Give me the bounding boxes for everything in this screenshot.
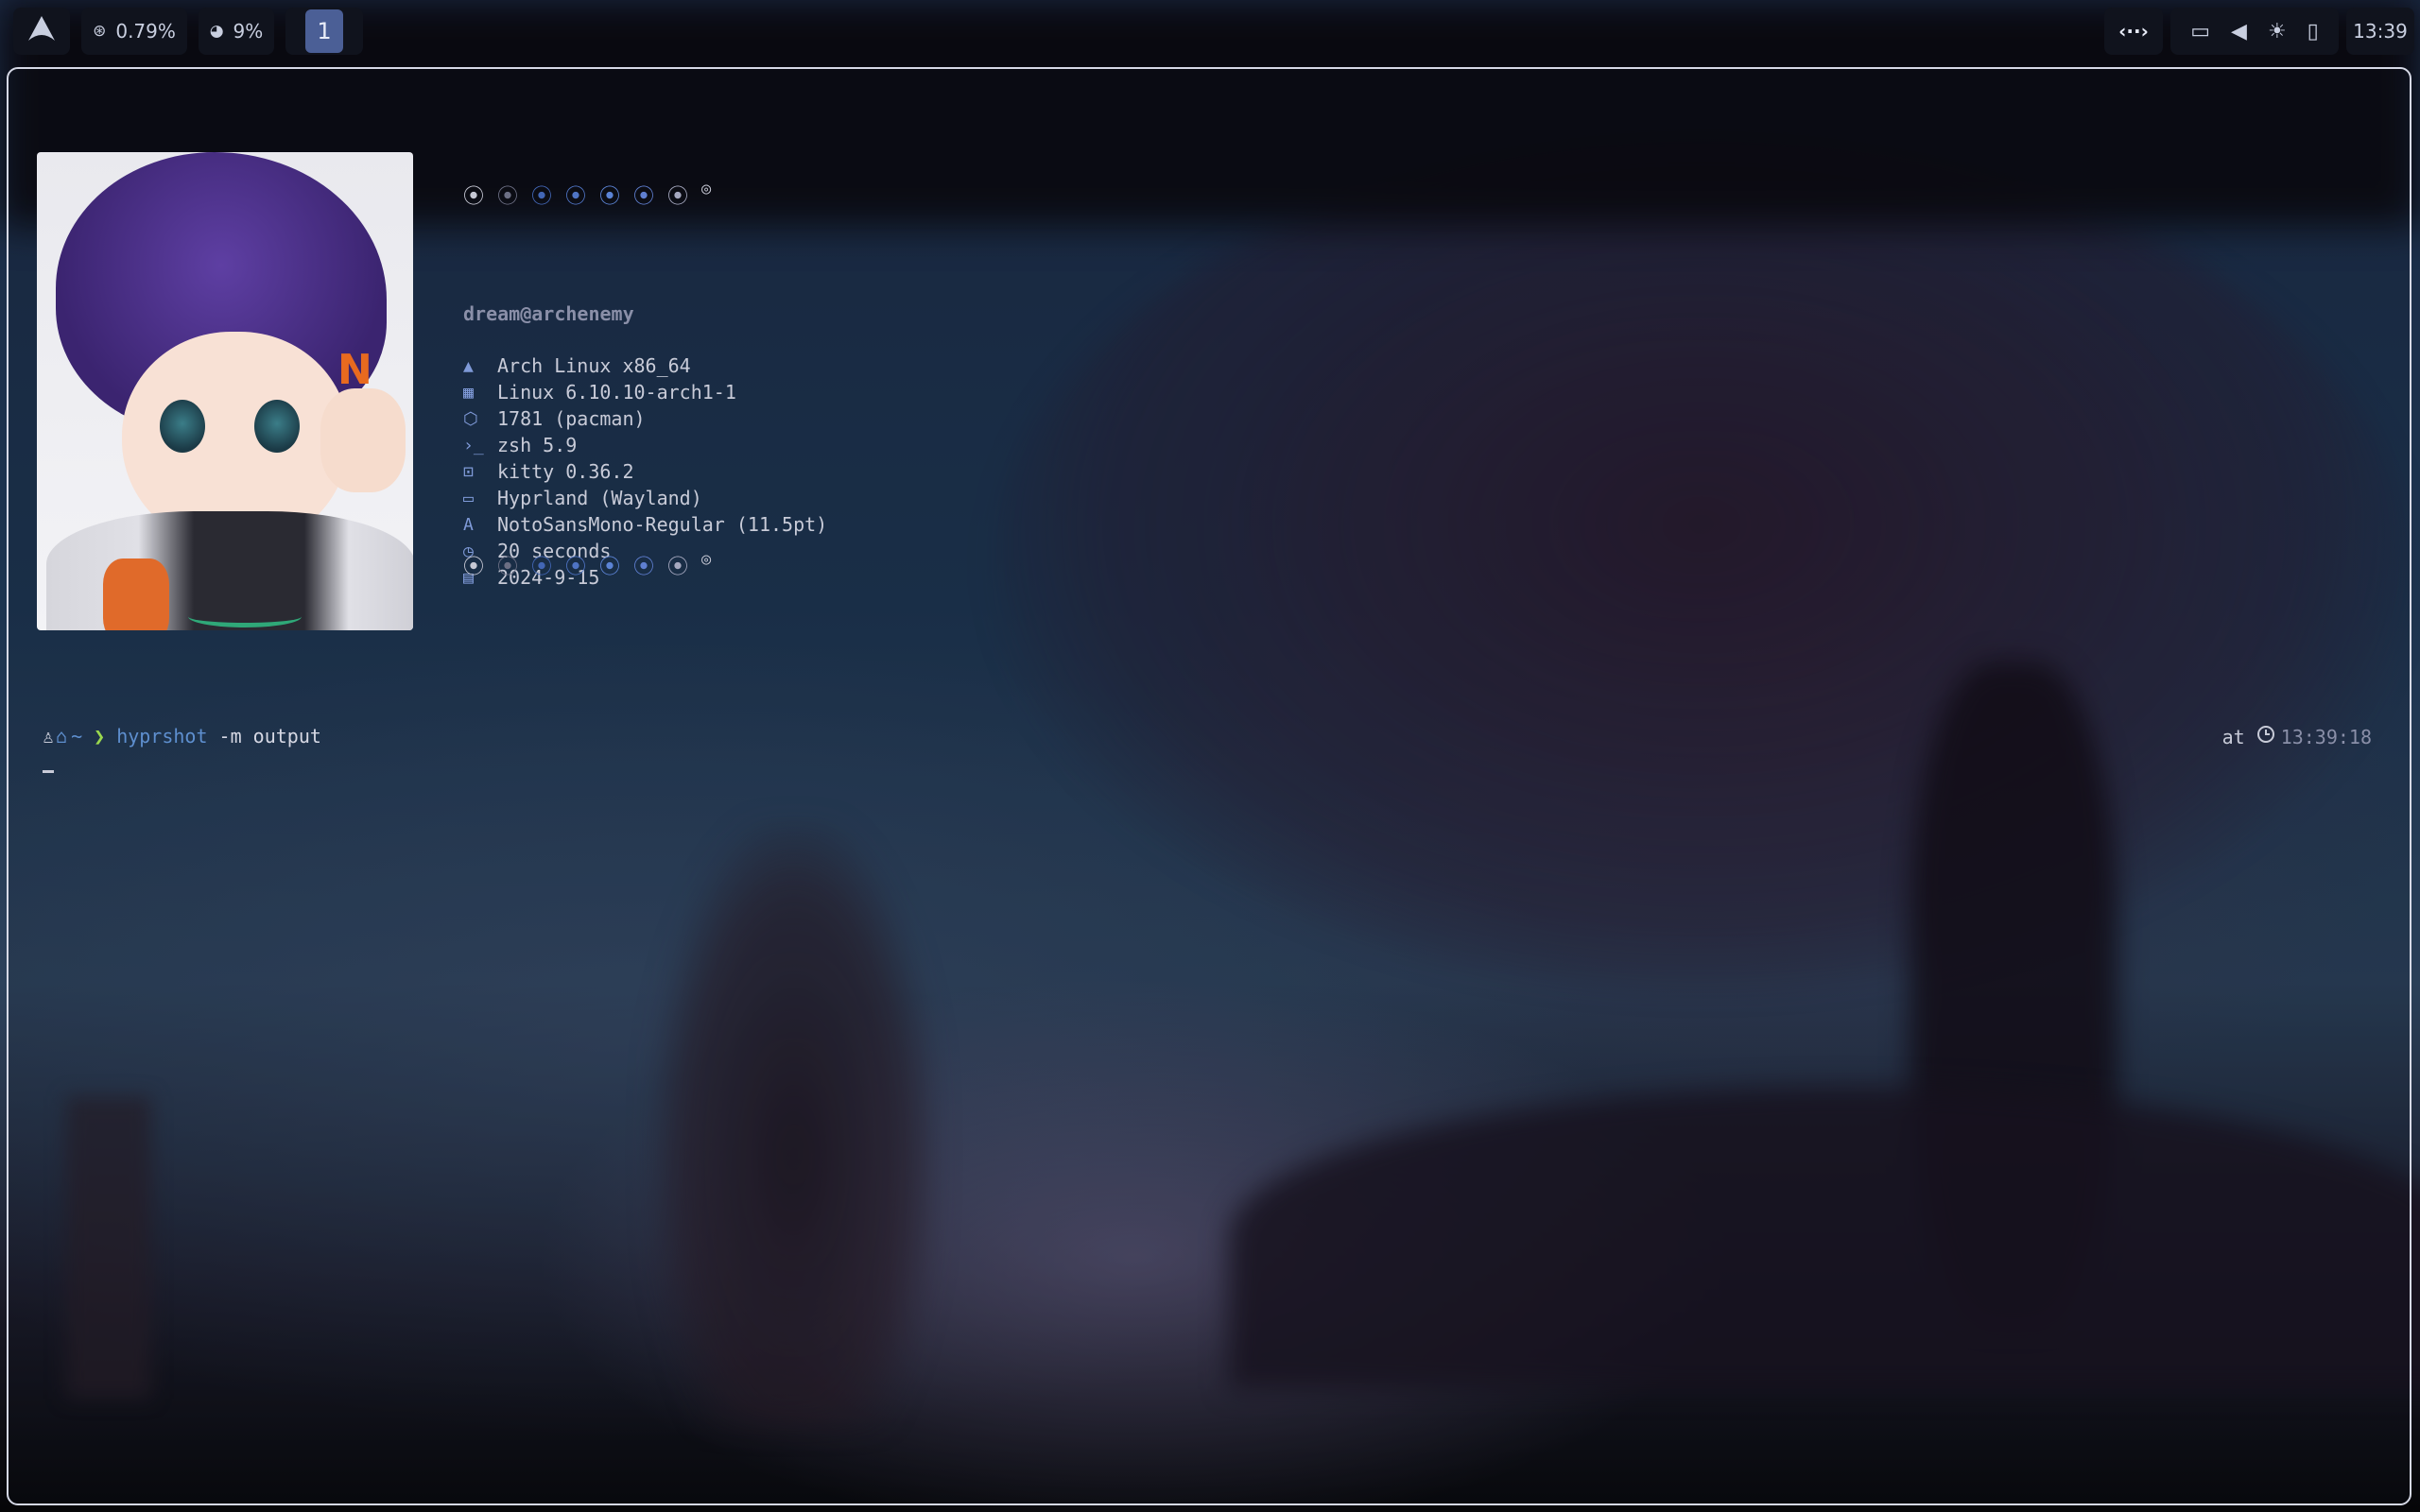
arch-logo-icon (27, 15, 56, 48)
package-icon: ⬡ (463, 408, 478, 429)
avatar-eye (160, 400, 205, 453)
terminal-icon: ⊡ (463, 461, 474, 482)
prompt-arrow: ❯ (94, 725, 106, 747)
arch-logo-icon: ▲ (463, 355, 474, 376)
memory-value: 9% (233, 20, 264, 43)
vpn-button[interactable]: ‹··› (2104, 8, 2163, 55)
palette-dot: ⦿ (463, 556, 485, 579)
fetch-info-text: 1781 (pacman) (497, 407, 646, 430)
home-icon: ⌂ (56, 725, 68, 747)
fetch-info-text: Hyprland (Wayland) (497, 487, 702, 509)
fetch-info-row: A NotoSansMono-Regular (11.5pt) (463, 511, 827, 538)
palette-dot: ⦿ (565, 556, 587, 579)
fetch-info-text: Linux 6.10.10-arch1-1 (497, 381, 736, 404)
fetch-info-row: ⊡ kitty 0.36.2 (463, 458, 634, 485)
right-prompt-at: at (2221, 725, 2245, 748)
cpu-value: 0.79% (115, 20, 176, 43)
monitor-icon[interactable]: ▭ (2190, 20, 2210, 43)
fetch-info-text: NotoSansMono-Regular (11.5pt) (497, 513, 828, 536)
shell-icon: ›_ (463, 435, 484, 455)
palette-dot: ⦿ (565, 185, 587, 209)
palette-dot: ⦿ (633, 556, 655, 579)
window-icon: ▭ (463, 488, 474, 508)
fetch-info-text: zsh 5.9 (497, 434, 578, 456)
avatar-shirt-print (188, 606, 302, 627)
fetch-info-row: ▲ Arch Linux x86_64 (463, 352, 691, 379)
avatar-hair-clip: N (337, 346, 372, 394)
code-brackets-icon: ‹··› (2118, 20, 2149, 43)
cpu-icon: ⊛ (93, 22, 107, 41)
workspaces: 1 (285, 8, 363, 55)
fetch-info-row: ▭ Hyprland (Wayland) (463, 485, 702, 511)
avatar-hand (320, 388, 406, 492)
fetch-info-text: kitty 0.36.2 (497, 460, 634, 483)
fetch-info-row: ›_ zsh 5.9 (463, 432, 577, 458)
color-palette-top: ⦿ ⦿ ⦿ ⦿ ⦿ ⦿ ⦿ ◎ (463, 180, 735, 210)
memory-icon: ◕ (209, 22, 224, 41)
palette-dot: ⦿ (531, 556, 553, 579)
desktop: ⊛ 0.79% ◕ 9% 1 ‹··› ▭ ◀ ☀ ▯ 13:39 N ⦿ ⦿ … (0, 0, 2420, 1512)
brightness-icon[interactable]: ☀ (2268, 20, 2287, 43)
fastfetch-logo-image: N (37, 152, 413, 630)
prompt-dir: ~ (71, 725, 83, 747)
palette-dot: ⦿ (497, 556, 519, 579)
fetch-info-text: Arch Linux x86_64 (497, 354, 691, 377)
fetch-info-row: ⬡ 1781 (pacman) (463, 405, 646, 432)
kitty-terminal-window[interactable]: N ⦿ ⦿ ⦿ ⦿ ⦿ ⦿ ⦿ ◎ dream@archenemy ▲ Arch Linux x… (7, 67, 2411, 1505)
palette-dot: ⦿ (531, 185, 553, 209)
waybar: ⊛ 0.79% ◕ 9% 1 ‹··› ▭ ◀ ☀ ▯ 13:39 (0, 0, 2420, 62)
cpu-widget[interactable]: ⊛ 0.79% (81, 8, 187, 55)
system-tray: ▭ ◀ ☀ ▯ (2170, 8, 2339, 55)
avatar-hoodie-accent (103, 558, 169, 630)
right-prompt-time: 13:39:18 (2280, 725, 2372, 748)
shell-prompt: ♙ ⌂ ~ ❯ hyprshot -m output (43, 725, 321, 747)
volume-icon[interactable]: ◀ (2231, 20, 2247, 43)
palette-dot: ⦿ (463, 185, 485, 209)
launcher-button[interactable] (13, 8, 70, 55)
color-palette-bottom: ⦿ ⦿ ⦿ ⦿ ⦿ ⦿ ⦿ ◎ (463, 550, 735, 580)
prompt-args: -m output (207, 725, 321, 747)
palette-dot: ◎ (701, 180, 712, 198)
palette-dot: ⦿ (599, 556, 621, 579)
palette-dot: ⦿ (599, 185, 621, 209)
prompt-command: hyprshot (116, 725, 208, 747)
memory-widget[interactable]: ◕ 9% (199, 8, 274, 55)
palette-dot: ⦿ (667, 556, 689, 579)
battery-icon[interactable]: ▯ (2308, 20, 2319, 43)
avatar-eye (254, 400, 300, 453)
palette-dot: ◎ (701, 550, 712, 569)
clock-icon (2256, 725, 2275, 748)
palette-dot: ⦿ (497, 185, 519, 209)
workspace-button-1[interactable]: 1 (305, 9, 343, 53)
palette-dot: ⦿ (667, 185, 689, 209)
clock-text: 13:39 (2353, 20, 2408, 43)
fetch-userhost: dream@archenemy (463, 302, 634, 325)
linux-penguin-icon: ♙ (43, 725, 55, 747)
terminal-cursor (43, 770, 54, 773)
right-prompt: at 13:39:18 (2222, 725, 2372, 748)
clock-widget[interactable]: 13:39 (2346, 8, 2414, 55)
fetch-info-row: ▦ Linux 6.10.10-arch1-1 (463, 379, 736, 405)
palette-dot: ⦿ (633, 185, 655, 209)
font-icon: A (463, 514, 474, 535)
kernel-icon: ▦ (463, 382, 474, 403)
